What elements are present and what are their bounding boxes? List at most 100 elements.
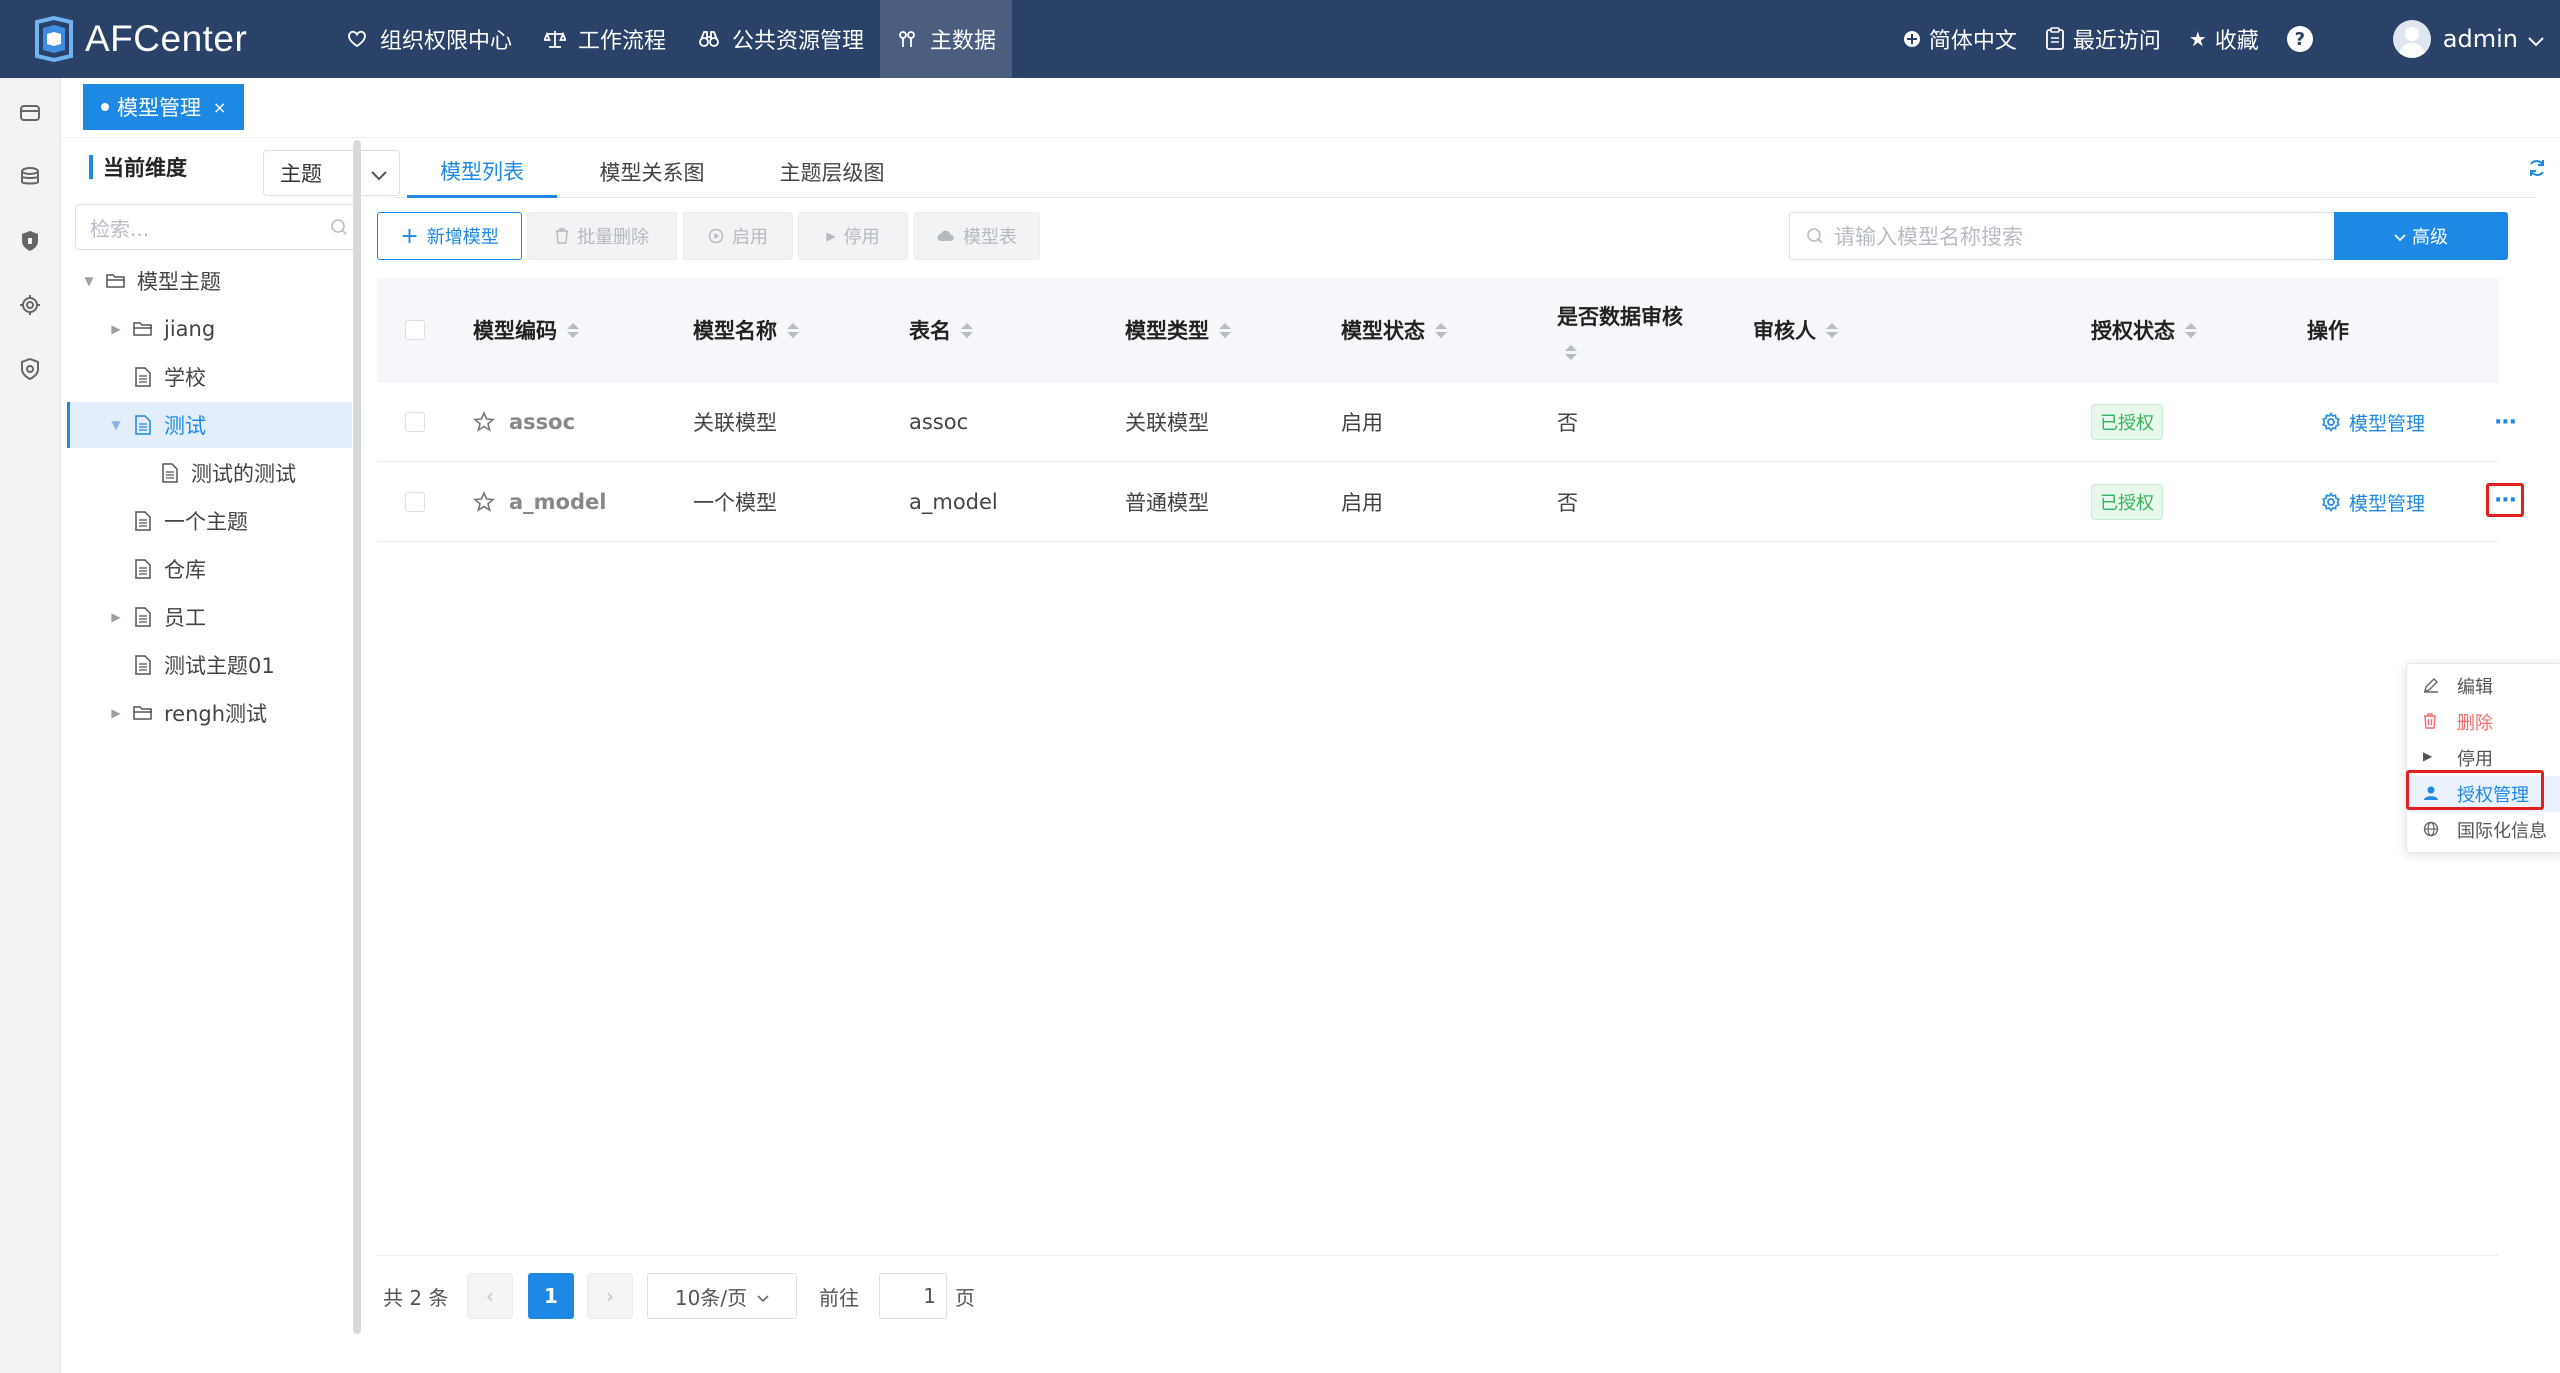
sort-icon[interactable] [1435,322,1447,338]
page-number-current[interactable]: 1 [528,1273,574,1319]
sort-icon[interactable] [1826,322,1838,338]
chip-icon[interactable] [17,292,43,318]
caret-right-icon[interactable]: ▶ [108,322,124,336]
menu-item-edit[interactable]: 编辑 [2407,668,2560,704]
more-actions-button[interactable]: ··· [2486,405,2524,439]
user-menu[interactable]: admin [2392,20,2544,58]
database-icon[interactable] [17,164,43,190]
tree-node-label: 一个主题 [164,510,248,534]
column-model-name[interactable]: 模型名称 [693,278,799,382]
tab-topic-hierarchy[interactable]: 主题层级图 [757,146,907,198]
tree-search-input[interactable]: 检索... [75,204,357,250]
menu-item-delete[interactable]: 删除 [2407,704,2560,740]
toolbar: + 新增模型 批量删除 启用 ▶ 停用 模型表 请输入模型名称搜索 高级 [377,212,2560,260]
goto-page-input[interactable]: 1 [879,1273,947,1319]
tree-node-model-topic[interactable]: ▼ 模型主题 [67,258,352,304]
disable-label: 停用 [843,227,880,248]
help-icon[interactable]: ? [2286,26,2313,52]
row-checkbox[interactable] [405,382,425,462]
menu-item-label: 删除 [2457,713,2493,734]
sort-icon[interactable] [2185,322,2197,338]
more-actions-button[interactable]: ··· [2486,483,2524,517]
clipboard-icon [2045,27,2065,51]
enable-button[interactable]: 启用 [683,212,793,260]
next-page-button[interactable]: › [587,1273,633,1319]
prev-page-button[interactable]: ‹ [467,1273,513,1319]
refresh-icon[interactable] [2527,158,2547,183]
nav-item-master-data[interactable]: 主数据 [880,0,1013,78]
sort-icon[interactable] [1565,344,1577,360]
column-table-name[interactable]: 表名 [909,278,973,382]
tree-search-placeholder: 检索... [90,216,150,241]
tree-node-warehouse[interactable]: 仓库 [67,546,352,592]
tree-node-test-topic-01[interactable]: 测试主题01 [67,642,352,688]
advanced-search-button[interactable]: 高级 [2334,212,2508,260]
tree-node-a-topic[interactable]: 一个主题 [67,498,352,544]
batch-delete-button[interactable]: 批量删除 [527,212,677,260]
left-icon-rail [0,78,61,1373]
row-checkbox[interactable] [405,462,425,542]
recent-label: 最近访问 [2072,29,2161,54]
username: admin [2442,25,2518,53]
caret-right-icon[interactable]: ▶ [108,706,124,720]
tree-node-test-of-test[interactable]: 测试的测试 [67,450,352,496]
cell-model-type: 普通模型 [1125,491,1209,515]
recent-visits[interactable]: 最近访问 [2045,23,2161,55]
tab-model-management[interactable]: 模型管理 × [83,84,245,130]
nav-item-public-resources[interactable]: 公共资源管理 [682,0,880,78]
globe-icon [2423,821,2439,837]
model-manage-link[interactable]: 模型管理 [2321,382,2425,462]
model-table-button[interactable]: 模型表 [914,212,1040,260]
sort-icon[interactable] [787,322,799,338]
cell-model-code[interactable]: assoc [509,382,575,462]
tree-node-rengh-test[interactable]: ▶ rengh测试 [67,690,352,736]
tree-node-school[interactable]: 学校 [67,354,352,400]
tab-model-list[interactable]: 模型列表 [407,146,557,198]
page-size-select[interactable]: 10条/页 [647,1273,797,1319]
tree-node-jiang[interactable]: ▶ jiang [67,306,352,352]
favorite-star-icon[interactable] [473,382,495,462]
table-row: a_model 一个模型 a_model 普通模型 启用 否 已授权 模型管理 [377,462,2524,542]
batch-delete-label: 批量删除 [577,227,649,248]
wallet-icon[interactable] [17,100,43,126]
nav-item-org-permission[interactable]: 组织权限中心 [330,0,528,78]
model-manage-link[interactable]: 模型管理 [2321,462,2425,542]
security-shield-icon[interactable] [17,356,43,382]
column-reviewer[interactable]: 审核人 [1753,278,1838,382]
tree-node-employee[interactable]: ▶ 员工 [67,594,352,640]
play-triangle-icon: ▶ [826,229,836,243]
menu-item-i18n[interactable]: 国际化信息 [2407,812,2560,848]
column-model-type[interactable]: 模型类型 [1125,278,1231,382]
main-menu: 组织权限中心 工作流程 公共资源管理 主数据 [330,0,1013,78]
tree-node-label: 模型主题 [137,270,221,294]
disable-button[interactable]: ▶ 停用 [798,212,908,260]
tab-model-relation[interactable]: 模型关系图 [577,146,727,198]
column-model-status[interactable]: 模型状态 [1341,278,1447,382]
shield-heart-icon [346,28,368,50]
caret-down-icon[interactable]: ▼ [81,274,97,288]
tree-node-test[interactable]: ▼ 测试 [67,402,352,448]
add-model-button[interactable]: + 新增模型 [377,212,522,260]
favorite-star-icon[interactable] [473,462,495,542]
gear-icon [2321,412,2341,432]
nav-item-workflow[interactable]: 工作流程 [528,0,682,78]
top-right-tools: 简体中文 最近访问 ★ 收藏 ? admin [1903,0,2560,78]
sort-icon[interactable] [1219,322,1231,338]
caret-down-icon[interactable]: ▼ [108,418,124,432]
select-all-checkbox[interactable] [405,278,425,382]
column-model-code[interactable]: 模型编码 [473,278,579,382]
cell-model-code[interactable]: a_model [509,462,606,542]
shield-icon[interactable] [17,228,43,254]
close-icon[interactable]: × [213,98,226,117]
cell-table-name: a_model [909,490,998,514]
column-auth-status[interactable]: 授权状态 [2091,278,2197,382]
app-logo[interactable]: AFCenter [33,16,247,62]
sort-icon[interactable] [567,322,579,338]
sort-icon[interactable] [961,322,973,338]
language-switch[interactable]: 简体中文 [1903,23,2017,55]
caret-right-icon[interactable]: ▶ [108,610,124,624]
tree-scrollbar[interactable] [353,140,361,1334]
model-search-input[interactable]: 请输入模型名称搜索 [1789,212,2334,260]
column-data-audit[interactable]: 是否数据审核 [1557,278,1683,382]
favorites[interactable]: ★ 收藏 [2189,23,2259,55]
